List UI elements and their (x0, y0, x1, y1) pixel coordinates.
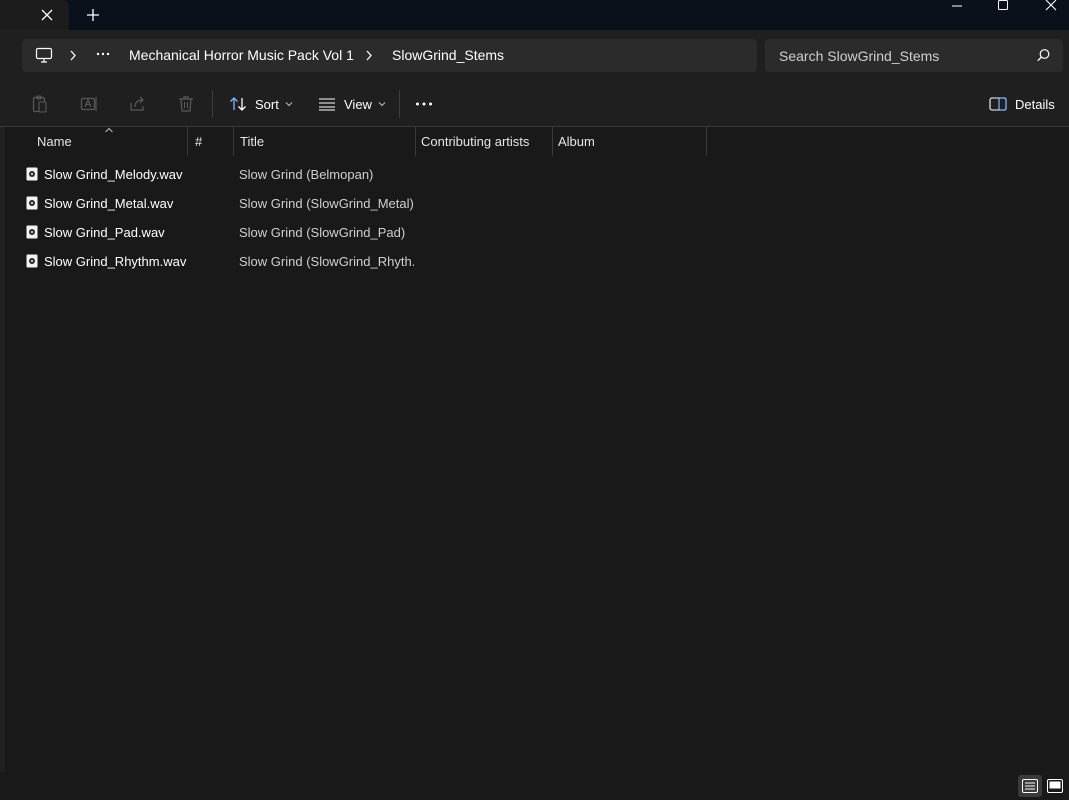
column-contributing-artists[interactable]: Contributing artists (415, 127, 529, 157)
column-album[interactable]: Album (552, 127, 595, 157)
chevron-down-icon (285, 102, 293, 107)
sort-icon (230, 97, 246, 111)
file-name: Slow Grind_Melody.wav (44, 167, 183, 182)
details-view-toggle[interactable] (1018, 775, 1042, 797)
file-list[interactable]: Name # Title Contributing artists Album … (5, 127, 1069, 772)
maximize-icon[interactable] (980, 0, 1026, 14)
file-title: Slow Grind (SlowGrind_Rhyth... (239, 254, 414, 269)
file-row[interactable]: Slow Grind_Rhythm.wav Slow Grind (SlowGr… (19, 247, 419, 276)
chevron-down-icon (378, 102, 386, 107)
close-icon[interactable] (38, 6, 56, 24)
file-title: Slow Grind (SlowGrind_Metal) (239, 196, 414, 211)
file-name: Slow Grind_Metal.wav (44, 196, 174, 211)
details-label: Details (1015, 96, 1055, 112)
title-bar (0, 0, 1069, 30)
file-name: Slow Grind_Pad.wav (44, 225, 165, 240)
sort-ascending-icon (105, 127, 113, 133)
file-name: Slow Grind_Rhythm.wav (44, 254, 187, 269)
breadcrumb-current-folder[interactable]: SlowGrind_Stems (392, 39, 504, 72)
details-pane-button[interactable]: Details (989, 90, 1055, 118)
file-row[interactable]: Slow Grind_Pad.wav Slow Grind (SlowGrind… (19, 218, 419, 247)
sort-button[interactable]: Sort (229, 90, 301, 118)
view-label: View (344, 96, 372, 112)
column-name[interactable]: Name (31, 127, 72, 157)
rename-icon[interactable] (79, 94, 99, 114)
command-bar: Sort View Details (0, 80, 1069, 127)
search-box[interactable] (765, 39, 1063, 72)
column-header-row: Name # Title Contributing artists Album (5, 127, 1069, 157)
paste-icon[interactable] (30, 94, 50, 114)
breadcrumb-pack[interactable]: Mechanical Horror Music Pack Vol 1 (129, 39, 354, 72)
file-row[interactable]: Slow Grind_Melody.wav Slow Grind (Belmop… (19, 160, 419, 189)
more-options-icon[interactable] (414, 94, 434, 114)
active-tab[interactable] (0, 0, 69, 30)
column-divider[interactable] (187, 127, 188, 156)
toolbar-separator (399, 90, 400, 118)
file-row[interactable]: Slow Grind_Metal.wav Slow Grind (SlowGri… (19, 189, 419, 218)
minimize-icon[interactable] (934, 0, 980, 14)
audio-file-icon (26, 196, 38, 210)
delete-icon[interactable] (176, 94, 196, 114)
audio-file-icon (26, 254, 38, 268)
share-icon[interactable] (128, 94, 148, 114)
plus-icon[interactable] (84, 6, 102, 24)
address-row: Mechanical Horror Music Pack Vol 1 SlowG… (0, 30, 1069, 80)
audio-file-icon (26, 167, 38, 181)
view-list-icon (319, 98, 335, 111)
search-icon[interactable] (1036, 48, 1051, 63)
close-icon[interactable] (1028, 0, 1069, 14)
monitor-icon[interactable] (35, 47, 53, 64)
view-button[interactable]: View (318, 90, 394, 118)
tiles-view-icon (1047, 779, 1063, 793)
details-view-icon (1022, 779, 1038, 793)
column-divider[interactable] (706, 127, 707, 156)
more-icon[interactable] (95, 47, 111, 64)
file-title: Slow Grind (SlowGrind_Pad) (239, 225, 406, 240)
status-bar (0, 772, 1069, 800)
address-bar[interactable]: Mechanical Horror Music Pack Vol 1 SlowG… (22, 39, 757, 72)
column-number[interactable]: # (189, 127, 202, 157)
chevron-right-icon[interactable] (364, 47, 374, 64)
sort-label: Sort (255, 96, 279, 112)
search-input[interactable] (765, 39, 1025, 72)
column-title[interactable]: Title (234, 127, 264, 157)
toolbar-separator (212, 90, 213, 118)
large-icons-view-toggle[interactable] (1043, 775, 1067, 797)
details-pane-icon (989, 97, 1007, 111)
audio-file-icon (26, 225, 38, 239)
chevron-right-icon[interactable] (68, 47, 78, 64)
file-title: Slow Grind (Belmopan) (239, 167, 374, 182)
